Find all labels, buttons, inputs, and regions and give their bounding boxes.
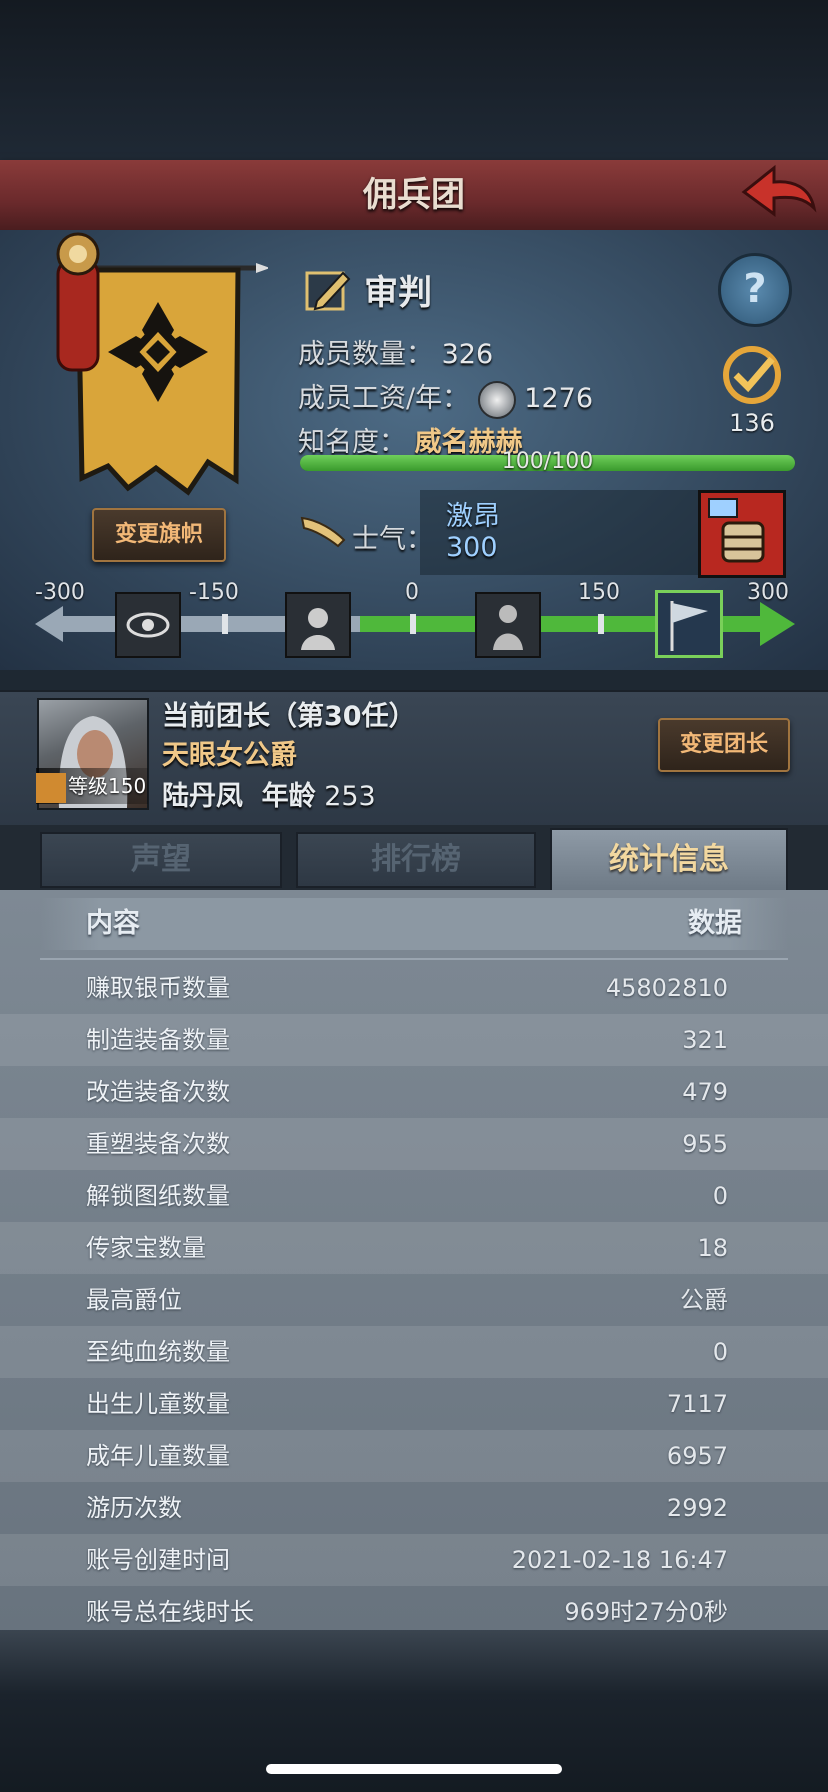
morale-label: 士气：	[352, 524, 433, 555]
checkmark-shield-icon	[723, 346, 781, 404]
tab-reputation[interactable]: 声望	[40, 832, 282, 888]
row-value: 18	[697, 1234, 728, 1262]
change-captain-button[interactable]: 变更团长	[658, 718, 790, 772]
salary-line: 成员工资/年： 1276	[298, 376, 593, 419]
row-label: 解锁图纸数量	[86, 1182, 230, 1210]
badge-count: 136	[729, 409, 775, 437]
table-row: 游历次数 2992	[0, 1482, 828, 1534]
table-row: 解锁图纸数量 0	[0, 1170, 828, 1222]
table-row: 赚取银币数量 45802810	[0, 962, 828, 1014]
row-value: 0	[712, 1182, 728, 1210]
horn-icon	[298, 510, 348, 550]
age-value: 253	[324, 781, 376, 812]
silver-coin-icon	[477, 380, 516, 419]
row-value: 6957	[666, 1442, 728, 1470]
eye-icon[interactable]	[115, 592, 181, 658]
row-label: 出生儿童数量	[86, 1390, 230, 1418]
table-row: 成年儿童数量 6957	[0, 1430, 828, 1482]
row-label: 制造装备数量	[86, 1026, 230, 1054]
achievement-badge[interactable]: 136	[712, 345, 792, 437]
guild-banner-icon[interactable]	[48, 230, 270, 500]
salary-value: 1276	[524, 383, 594, 414]
captain-name: 陆丹凤	[162, 781, 243, 812]
morale-value: 300	[446, 532, 498, 563]
row-value: 7117	[666, 1390, 728, 1418]
row-value: 479	[682, 1078, 728, 1106]
fame-progress-text: 100/100	[501, 449, 594, 474]
scale-tick-neg150: -150	[189, 580, 239, 605]
table-row: 至纯血统数量 0	[0, 1326, 828, 1378]
captain-info-line: 陆丹凤 年龄 253	[162, 774, 376, 813]
top-background	[0, 0, 828, 160]
scale-tick-0: 0	[405, 580, 419, 605]
scale-tick-150: 150	[578, 580, 620, 605]
row-label: 成年儿童数量	[86, 1442, 230, 1470]
despair-icon[interactable]	[285, 592, 351, 658]
row-label: 重塑装备次数	[86, 1130, 230, 1158]
row-label: 至纯血统数量	[86, 1338, 230, 1366]
tab-leaderboard[interactable]: 排行榜	[296, 832, 536, 888]
home-indicator[interactable]	[266, 1764, 562, 1774]
page-title: 佣兵团	[363, 175, 465, 215]
member-count-value: 326	[441, 339, 494, 370]
morale-status: 激昂	[446, 501, 500, 532]
table-row: 重塑装备次数 955	[0, 1118, 828, 1170]
row-value: 45802810	[605, 974, 728, 1002]
change-banner-button[interactable]: 变更旗帜	[92, 508, 226, 562]
table-row: 最高爵位 公爵	[0, 1274, 828, 1326]
back-arrow-icon[interactable]	[738, 162, 818, 224]
calm-icon[interactable]	[475, 592, 541, 658]
table-body: 赚取银币数量 45802810 制造装备数量 321 改造装备次数 479 重塑装备次数 95…	[0, 962, 828, 1638]
age-label: 年龄	[261, 781, 316, 812]
help-icon[interactable]: ?	[718, 253, 792, 327]
captain-title: 当前团长（第30任）	[162, 701, 416, 732]
level-badge: 等级150	[36, 768, 148, 804]
horse-icon	[36, 772, 66, 803]
table-row: 制造装备数量 321	[0, 1014, 828, 1066]
row-value: 2021-02-18 16:47	[511, 1546, 728, 1574]
header-divider	[40, 958, 788, 960]
header-data: 数据	[688, 908, 742, 939]
row-label: 改造装备次数	[86, 1078, 230, 1106]
scale-tick-300: 300	[747, 580, 789, 605]
guild-name: 审判	[364, 273, 433, 313]
row-value: 2992	[666, 1494, 728, 1522]
table-header	[40, 898, 788, 950]
row-label: 赚取银币数量	[86, 974, 230, 1002]
member-count-line: 成员数量： 326	[298, 332, 493, 371]
morale-scale: -300 -150 0 150 300	[35, 580, 795, 660]
table-row: 改造装备次数 479	[0, 1066, 828, 1118]
captain-rank: 天眼女公爵	[162, 740, 297, 771]
row-label: 传家宝数量	[86, 1234, 206, 1262]
salary-label: 成员工资/年：	[298, 383, 470, 414]
row-value: 955	[682, 1130, 728, 1158]
rally-flag-icon[interactable]	[655, 590, 723, 658]
header-content: 内容	[86, 908, 140, 939]
tab-statistics[interactable]: 统计信息	[550, 828, 788, 894]
row-value: 321	[682, 1026, 728, 1054]
row-label: 游历次数	[86, 1494, 182, 1522]
row-label: 账号创建时间	[86, 1546, 230, 1574]
table-row: 传家宝数量 18	[0, 1222, 828, 1274]
table-row: 出生儿童数量 7117	[0, 1378, 828, 1430]
row-label: 最高爵位	[86, 1286, 182, 1314]
scale-tick-neg300: -300	[35, 580, 85, 605]
table-row: 账号创建时间 2021-02-18 16:47	[0, 1534, 828, 1586]
member-count-label: 成员数量：	[298, 339, 433, 370]
row-value: 公爵	[680, 1286, 728, 1314]
edit-name-icon[interactable]	[305, 267, 351, 313]
drum-icon[interactable]	[698, 490, 786, 578]
row-value: 0	[712, 1338, 728, 1366]
level-label: 等级150	[68, 774, 147, 798]
guild-name-row: 审判	[305, 265, 432, 315]
